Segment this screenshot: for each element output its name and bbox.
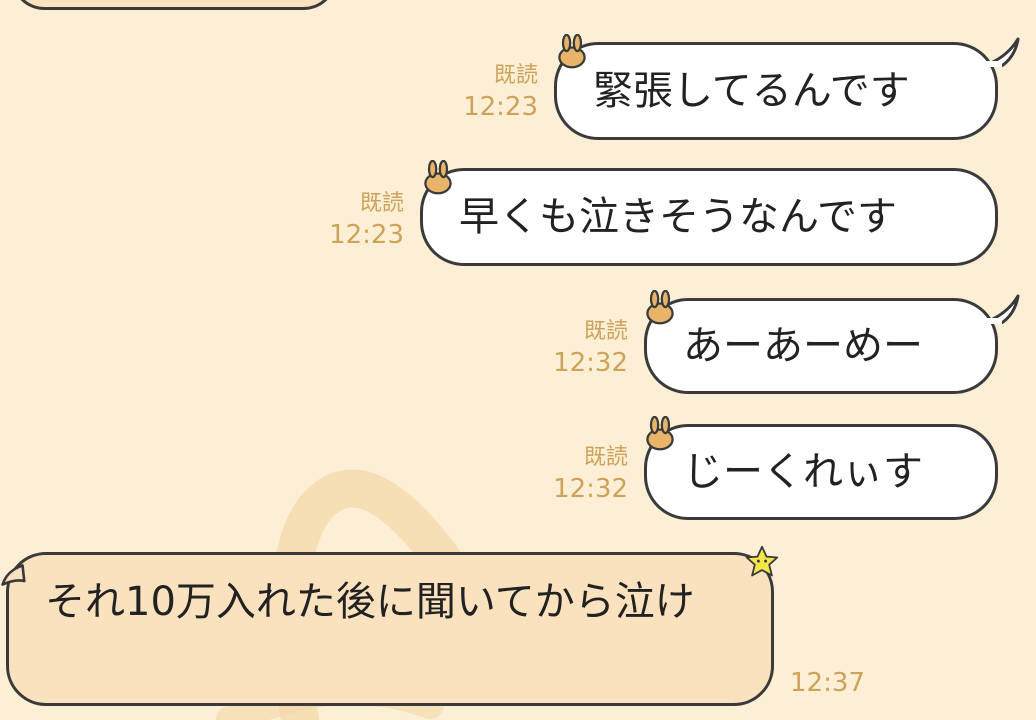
message-text: それ10万入れた後に聞いてから泣け: [45, 579, 695, 625]
chat-area[interactable]: 既読 12:23 緊張してるんです 既読 12:23 早くも泣きそうなんです 既…: [0, 0, 1036, 720]
bunny-ears-icon: [424, 160, 452, 195]
read-receipt: 既読: [493, 63, 538, 88]
bubble-tail: [984, 294, 1020, 324]
message-time: 12:37: [790, 668, 865, 698]
message-text: あーあーめー: [683, 323, 923, 369]
message-meta: 既読 12:32: [520, 444, 628, 506]
message-time: 12:23: [463, 92, 538, 122]
bunny-ears-icon: [646, 416, 674, 451]
message-bubble-sent[interactable]: 早くも泣きそうなんです: [420, 168, 998, 266]
message-meta: 既読 12:23: [430, 62, 538, 124]
message-bubble-sent[interactable]: あーあーめー: [644, 298, 998, 394]
read-receipt: 既読: [583, 319, 628, 344]
message-time: 12:32: [553, 474, 628, 504]
star-sticker-icon: [745, 545, 779, 577]
message-text: 緊張してるんです: [593, 68, 910, 114]
message-bubble-sent[interactable]: 緊張してるんです: [554, 42, 998, 140]
message-text: じーくれぃす: [683, 449, 923, 495]
message-bubble-received[interactable]: それ10万入れた後に聞いてから泣け: [6, 552, 774, 706]
message-time: 12:32: [553, 348, 628, 378]
read-receipt: 既読: [583, 445, 628, 470]
read-receipt: 既読: [359, 191, 404, 216]
message-meta: 既読 12:32: [520, 318, 628, 380]
message-meta: 既読 12:23: [296, 190, 404, 252]
bubble-tail: [984, 37, 1020, 67]
bunny-ears-icon: [646, 290, 674, 325]
message-text: 早くも泣きそうなんです: [459, 194, 897, 240]
bunny-ears-icon: [558, 34, 586, 69]
previous-message-bubble[interactable]: [10, 0, 338, 10]
message-bubble-sent[interactable]: じーくれぃす: [644, 424, 998, 520]
bubble-tail: [1, 564, 26, 586]
message-time: 12:23: [329, 220, 404, 250]
